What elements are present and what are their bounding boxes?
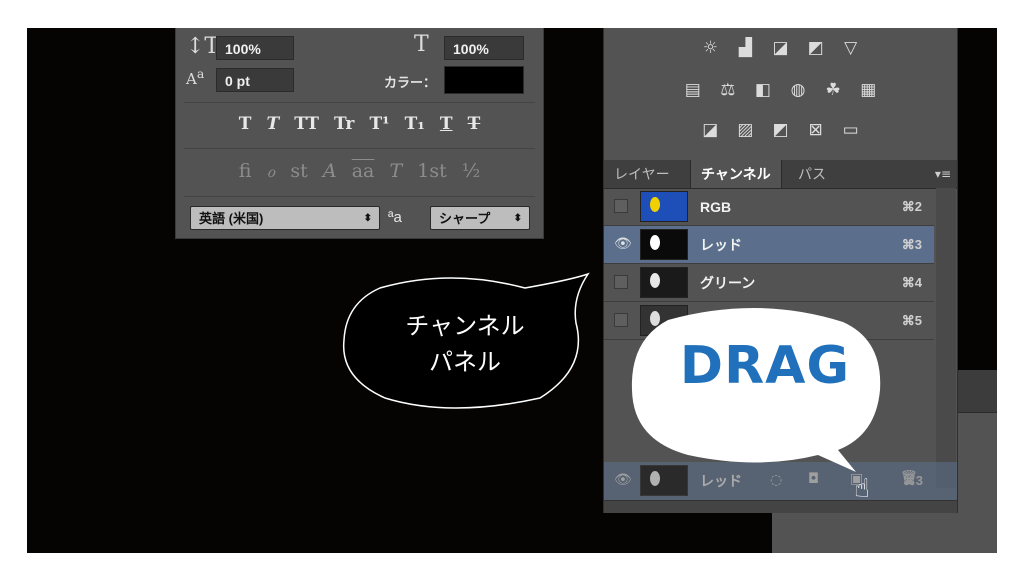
channel-thumbnail <box>640 229 688 260</box>
panel-bottom-bar <box>604 500 957 513</box>
color-swatch[interactable] <box>444 66 524 94</box>
balloon-thumbnail-icon <box>650 197 660 212</box>
discretionary-ligatures-button[interactable]: st <box>290 160 307 182</box>
channel-shortcut: ⌘5 <box>901 313 922 328</box>
curves-icon[interactable]: ◪ <box>771 39 791 57</box>
ligatures-button[interactable]: fi <box>239 160 252 182</box>
small-caps-button[interactable]: Tr <box>334 114 354 134</box>
divider <box>184 102 535 103</box>
threshold-icon[interactable]: ◩ <box>771 121 791 139</box>
adjustment-icons-row-3: ◪ ▨ ◩ ⊠ ▭ <box>604 120 957 139</box>
underline-button[interactable]: T <box>440 114 453 134</box>
channel-name: レッド <box>700 237 742 253</box>
posterize-icon[interactable]: ▨ <box>735 121 755 139</box>
eye-icon[interactable]: 👁 <box>614 236 632 252</box>
gradient-map-icon[interactable]: ▭ <box>841 121 861 139</box>
language-value: 英語 (米国) <box>199 211 264 226</box>
character-panel: ↕T 100% T 100% Aa 0 pt カラー： T T TT Tr T¹… <box>175 28 544 239</box>
callout-line-1: チャンネル <box>405 312 525 340</box>
visibility-checkbox[interactable] <box>614 313 628 327</box>
color-balance-icon[interactable]: ⚖ <box>718 81 738 99</box>
chevron-down-icon: ⬍ <box>363 213 372 224</box>
horizontal-scale-icon: T <box>414 32 429 57</box>
faux-bold-button[interactable]: T <box>239 114 252 134</box>
opentype-buttons: fi ℴ st A aa T 1st ½ <box>176 160 543 182</box>
invert-icon[interactable]: ◪ <box>700 121 720 139</box>
color-label: カラー： <box>384 75 437 90</box>
strikethrough-button[interactable]: T <box>468 114 481 134</box>
divider <box>184 196 535 197</box>
chevron-down-icon: ⬍ <box>513 213 522 224</box>
channel-row-red[interactable]: 👁 レッド ⌘3 <box>604 226 934 264</box>
photo-filter-icon[interactable]: ◍ <box>788 81 808 99</box>
vibrance-icon[interactable]: ▽ <box>841 39 861 57</box>
visibility-checkbox[interactable] <box>614 275 628 289</box>
hand-cursor-icon: ☝ <box>854 474 870 504</box>
subscript-button[interactable]: T₁ <box>405 114 425 134</box>
superscript-button[interactable]: T¹ <box>369 114 389 134</box>
tab-channels[interactable]: チャンネル <box>690 160 782 188</box>
balloon-thumbnail-icon <box>650 273 660 288</box>
selective-color-icon[interactable]: ⊠ <box>806 121 826 139</box>
type-style-buttons: T T TT Tr T¹ T₁ T T <box>176 114 543 134</box>
adjustment-icons-row-2: ▤ ⚖ ◧ ◍ ☘ ▦ <box>604 80 957 99</box>
baseline-shift-field[interactable]: 0 pt <box>216 68 294 92</box>
antialias-icon: ªa <box>388 209 402 226</box>
faux-italic-button[interactable]: T <box>266 114 279 134</box>
visibility-checkbox[interactable] <box>614 199 628 213</box>
channel-shortcut: ⌘3 <box>902 473 923 488</box>
balloon-thumbnail-icon <box>650 235 660 250</box>
tab-paths[interactable]: パス <box>788 160 836 188</box>
divider <box>184 148 535 149</box>
channel-shortcut: ⌘4 <box>901 275 922 290</box>
stylistic-alternates-button[interactable]: aa <box>352 160 375 182</box>
channel-thumbnail <box>640 267 688 298</box>
vertical-scale-field[interactable]: 100% <box>216 36 294 60</box>
channel-row-green[interactable]: グリーン ⌘4 <box>604 264 934 302</box>
channel-shortcut: ⌘2 <box>901 199 922 214</box>
channel-name: グリーン <box>700 275 756 291</box>
baseline-shift-icon: Aa <box>186 66 205 88</box>
antialias-select[interactable]: シャープ ⬍ <box>430 206 530 230</box>
vertical-scale-icon: ↕T <box>186 34 220 59</box>
callout-text: チャンネル パネル <box>380 308 550 380</box>
fractions-button[interactable]: ½ <box>462 160 480 182</box>
titling-button[interactable]: T <box>389 160 402 182</box>
old-style-button[interactable]: ℴ <box>267 160 276 182</box>
channel-thumbnail <box>640 191 688 222</box>
channel-shortcut: ⌘3 <box>901 237 922 252</box>
panel-menu-icon[interactable]: ▾≡ <box>935 160 951 188</box>
color-lookup-icon[interactable]: ▦ <box>858 81 878 99</box>
black-white-icon[interactable]: ◧ <box>753 81 773 99</box>
exposure-icon[interactable]: ◩ <box>806 39 826 57</box>
horizontal-scale-field[interactable]: 100% <box>444 36 524 60</box>
channel-mixer-icon[interactable]: ☘ <box>823 81 843 99</box>
adjustment-icons-row-1: ☼ ▟ ◪ ◩ ▽ <box>604 38 957 57</box>
channel-row-rgb[interactable]: RGB ⌘2 <box>604 188 934 226</box>
callout-line-2: パネル <box>429 348 501 376</box>
panel-tabs: レイヤー チャンネル パス ▾≡ <box>604 160 957 189</box>
antialias-value: シャープ <box>439 211 491 226</box>
hue-saturation-icon[interactable]: ▤ <box>683 81 703 99</box>
drag-label: DRAG <box>679 336 851 396</box>
all-caps-button[interactable]: TT <box>294 114 319 134</box>
ordinals-button[interactable]: 1st <box>417 160 446 182</box>
levels-icon[interactable]: ▟ <box>735 39 755 57</box>
swash-button[interactable]: A <box>323 160 337 182</box>
scrollbar[interactable] <box>936 188 956 488</box>
brightness-icon[interactable]: ☼ <box>700 39 720 57</box>
language-select[interactable]: 英語 (米国) ⬍ <box>190 206 380 230</box>
channel-name: RGB <box>700 199 732 215</box>
tab-layers[interactable]: レイヤー <box>604 160 680 188</box>
